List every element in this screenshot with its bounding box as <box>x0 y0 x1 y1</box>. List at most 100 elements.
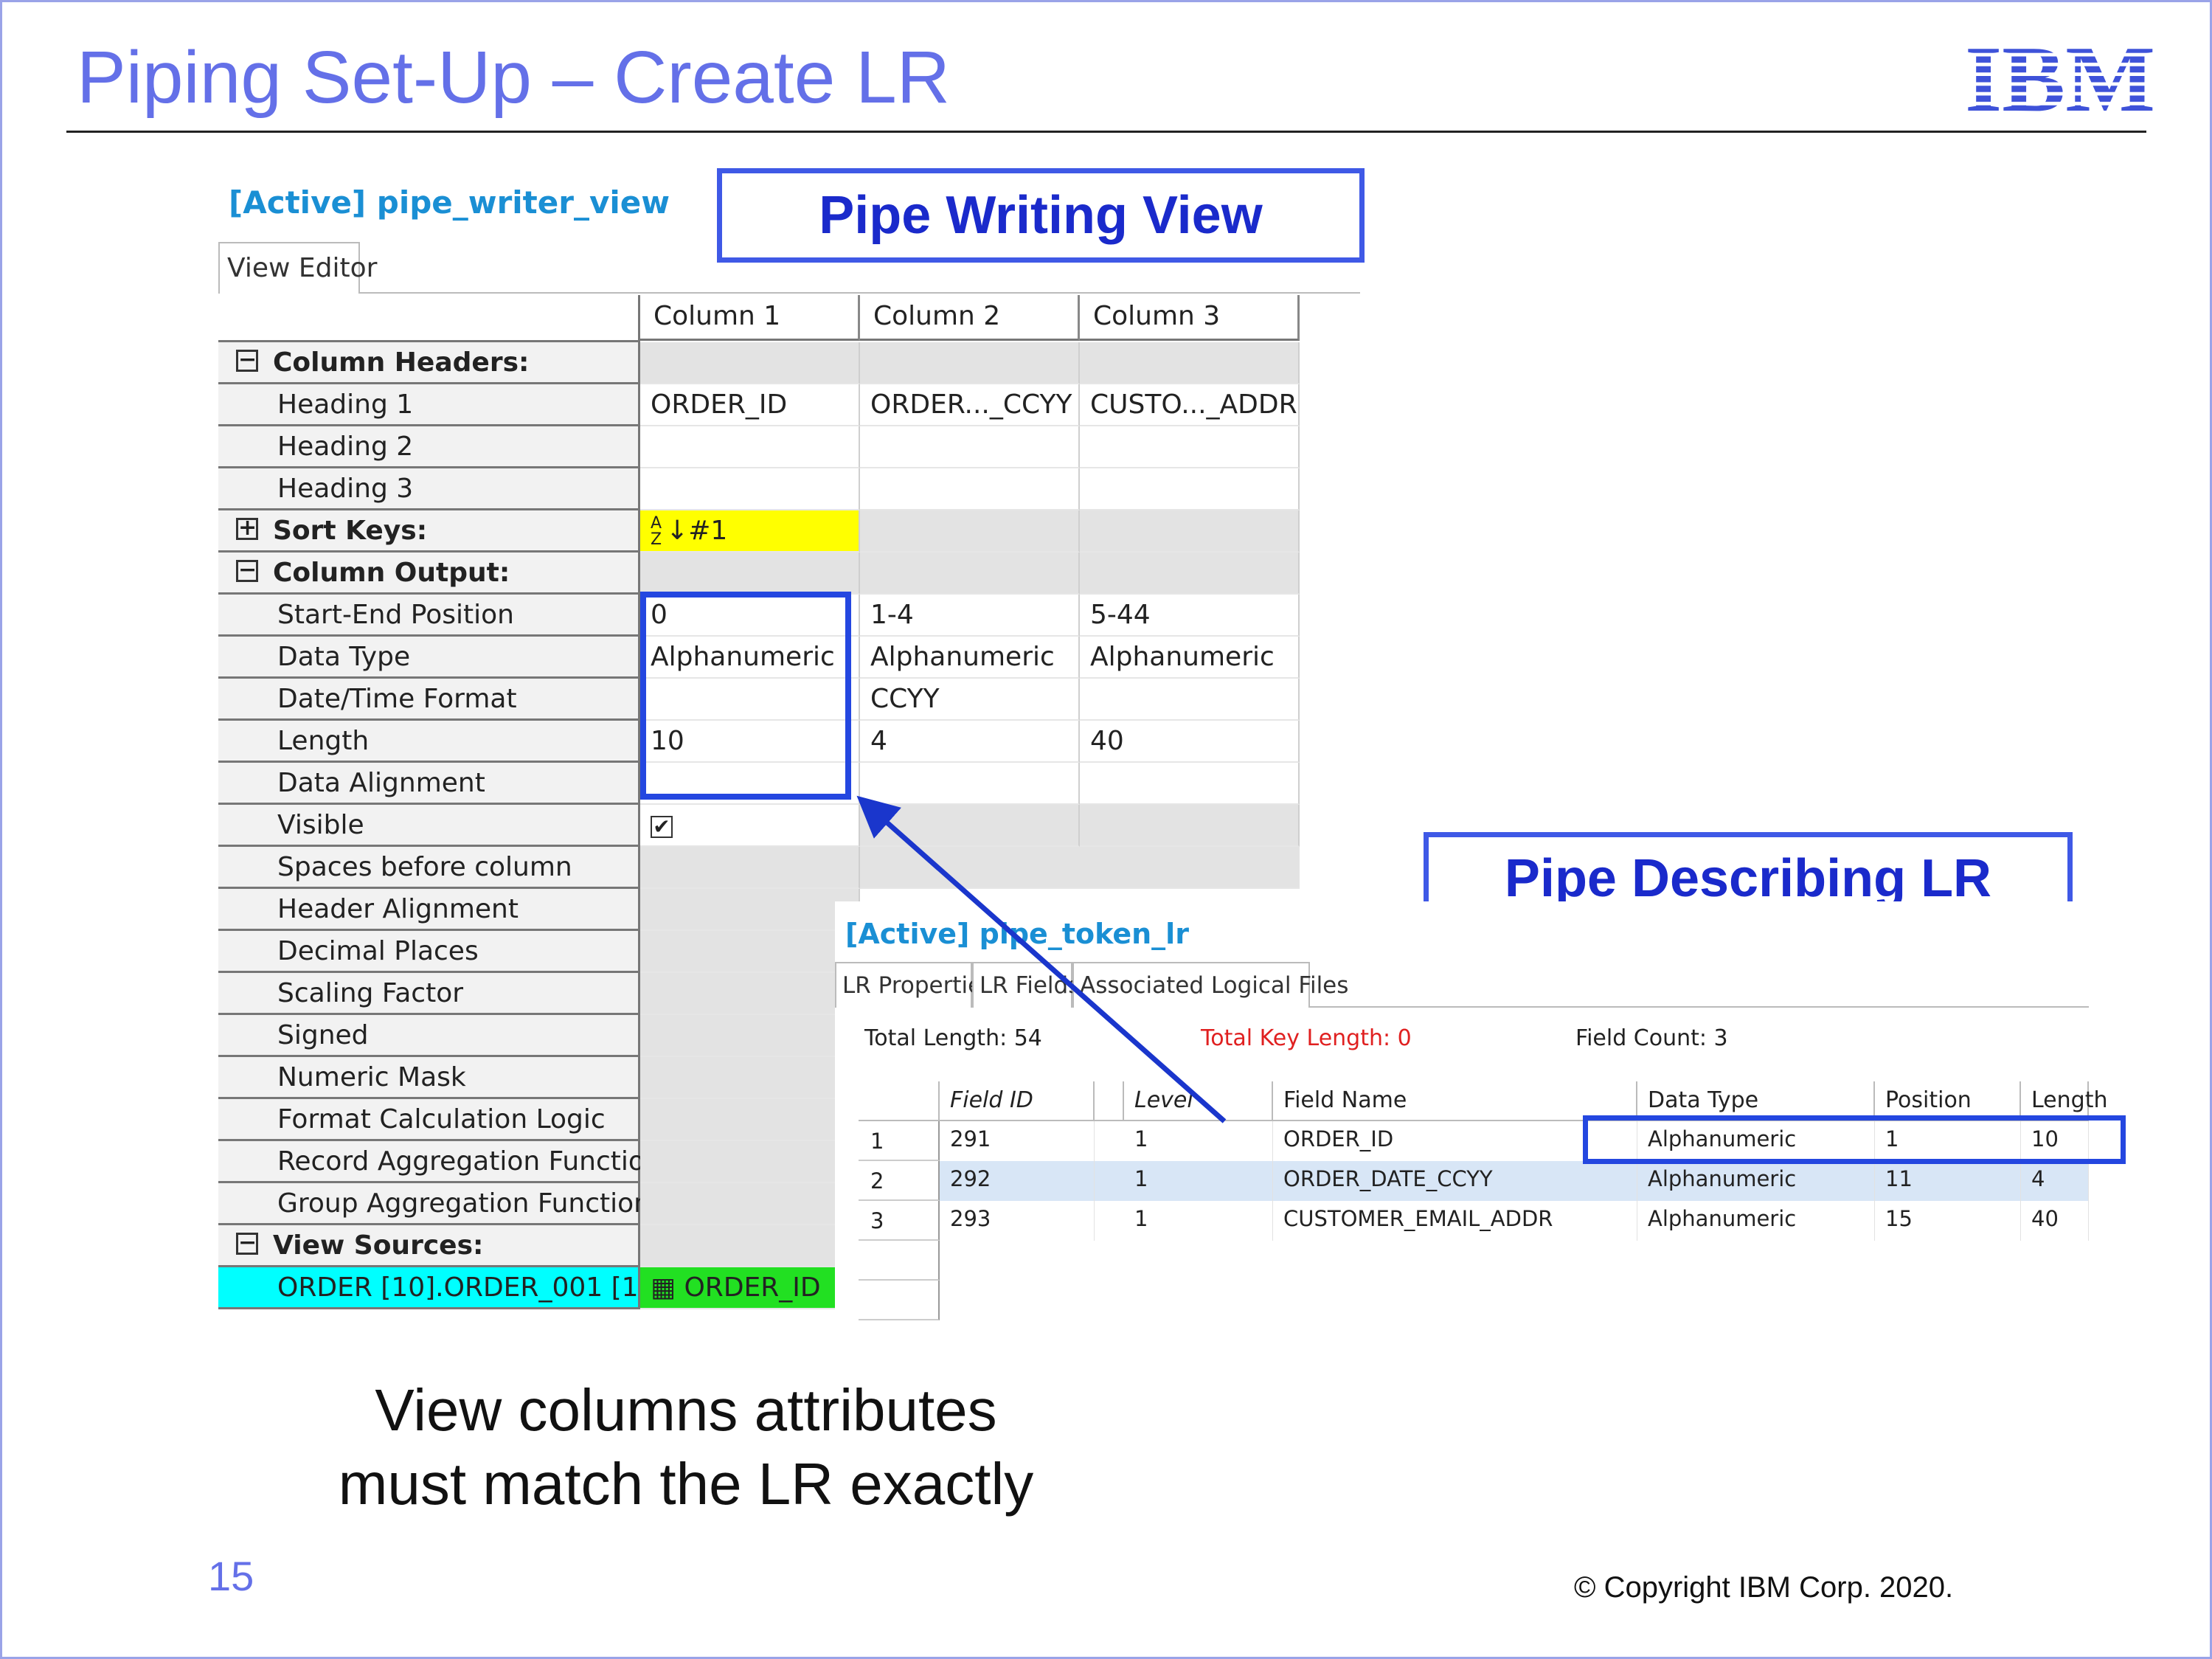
view-cell-col-1[interactable] <box>640 1015 860 1057</box>
view-cell-col-1[interactable] <box>640 847 860 889</box>
sort-az-icon: AZ <box>651 514 662 549</box>
view-row-label[interactable]: Record Aggregation Function <box>218 1141 662 1183</box>
lr-header-field-id[interactable]: Field ID <box>940 1081 1095 1121</box>
view-row-label[interactable]: Scaling Factor <box>218 973 640 1015</box>
view-cell-col-2[interactable] <box>860 553 1080 595</box>
view-cell-col-1[interactable] <box>640 1141 860 1183</box>
view-row-label[interactable]: Decimal Places <box>218 931 640 973</box>
view-row-label-text: Header Alignment <box>277 894 519 924</box>
caption-line-1: View columns attributes <box>375 1377 997 1443</box>
view-row: Heading 2 <box>218 426 1360 468</box>
lr-cell-field-id: 293 <box>940 1201 1095 1241</box>
view-row-label[interactable]: Group Aggregation Function <box>218 1183 651 1225</box>
view-cell-col-3[interactable] <box>1080 805 1300 847</box>
view-cell-col-1[interactable] <box>640 468 860 510</box>
view-cell-col-3[interactable] <box>1080 468 1300 510</box>
view-cell-col-3[interactable] <box>1080 426 1300 468</box>
view-row-label[interactable]: Spaces before column <box>218 847 640 889</box>
ibm-logo: IBM <box>1965 37 2155 115</box>
view-row-label[interactable]: Heading 1 <box>218 384 640 426</box>
column-header-1[interactable]: Column 1 <box>640 295 860 341</box>
lr-cell-field-id: 291 <box>940 1121 1095 1161</box>
visible-checkbox[interactable]: ✔ <box>651 816 673 838</box>
view-cell-col-1[interactable]: ORDER_ID <box>640 384 860 426</box>
view-cell-col-2[interactable]: Alphanumeric <box>860 637 1080 679</box>
view-cell-col-2[interactable] <box>860 847 1080 889</box>
view-cell-col-3[interactable] <box>1080 847 1300 889</box>
view-cell-col-2[interactable] <box>860 805 1080 847</box>
view-cell-col-2[interactable]: 4 <box>860 721 1080 763</box>
view-cell-col-2[interactable]: ORDER..._CCYY <box>860 384 1080 426</box>
view-row-label[interactable]: Data Type <box>218 637 640 679</box>
view-cell-col-3[interactable] <box>1080 510 1300 553</box>
column-header-2[interactable]: Column 2 <box>860 295 1080 341</box>
view-row-label[interactable]: Date/Time Format <box>218 679 640 721</box>
lr-table-row[interactable]: 2 292 1 ORDER_DATE_CCYY Alphanumeric 11 4 <box>859 1161 2089 1201</box>
view-cell-col-2[interactable]: 1-4 <box>860 595 1080 637</box>
view-row-label[interactable]: ORDER [10].ORDER_001 [12] <box>218 1267 666 1309</box>
view-row-label[interactable]: − Column Output: <box>218 553 640 595</box>
view-cell-col-3[interactable]: Alphanumeric <box>1080 637 1300 679</box>
view-row-label[interactable]: Heading 3 <box>218 468 640 510</box>
tab-view-editor[interactable]: View Editor <box>218 242 377 294</box>
view-cell-col-2[interactable] <box>860 426 1080 468</box>
view-cell-col-1[interactable]: ✔ <box>640 805 860 847</box>
view-cell-col-1[interactable] <box>640 1057 860 1099</box>
view-cell-col-1[interactable] <box>640 889 860 931</box>
view-cell-col-1[interactable]: A Z ↓#1 <box>640 510 860 553</box>
lr-header-level[interactable]: Level <box>1124 1081 1273 1121</box>
view-row-label[interactable]: Header Alignment <box>218 889 640 931</box>
view-cell-col-1[interactable] <box>640 931 860 973</box>
view-row-label[interactable]: − View Sources: <box>218 1225 640 1267</box>
view-cell-col-3[interactable] <box>1080 763 1300 805</box>
collapse-icon[interactable]: − <box>236 349 258 372</box>
collapse-icon[interactable]: − <box>236 559 258 582</box>
view-cell-col-3[interactable] <box>1080 342 1300 384</box>
view-row-label[interactable]: Heading 2 <box>218 426 640 468</box>
collapse-icon[interactable]: − <box>236 1232 258 1255</box>
view-row-label[interactable]: + Sort Keys: <box>218 510 640 553</box>
view-row-label-text: Length <box>277 726 370 756</box>
view-cell-col-2[interactable] <box>860 510 1080 553</box>
expand-icon[interactable]: + <box>236 517 258 540</box>
view-cell-col-1[interactable] <box>640 1099 860 1141</box>
lr-tabs: LR Properties LR Fields Associated Logic… <box>835 962 2089 1008</box>
view-row-label[interactable]: − Column Headers: <box>218 342 640 384</box>
view-cell-col-2[interactable] <box>860 763 1080 805</box>
column-header-3[interactable]: Column 3 <box>1080 295 1300 341</box>
view-cell-col-1[interactable] <box>640 1183 860 1225</box>
view-cell-col-3[interactable] <box>1080 553 1300 595</box>
view-row: Spaces before column <box>218 847 1360 889</box>
view-row-label[interactable]: Data Alignment <box>218 763 640 805</box>
view-row-label[interactable]: Signed <box>218 1015 640 1057</box>
view-cell-col-3[interactable]: 40 <box>1080 721 1300 763</box>
view-cell-value: CCYY <box>870 684 940 714</box>
view-cell-col-2[interactable] <box>860 342 1080 384</box>
lr-row-number: 3 <box>859 1201 940 1241</box>
view-cell-col-1[interactable] <box>640 342 860 384</box>
view-row-label-text: Data Type <box>277 642 411 672</box>
view-cell-col-3[interactable] <box>1080 679 1300 721</box>
view-row-label[interactable]: Visible <box>218 805 640 847</box>
ibm-logo-text: IBM <box>1965 37 2155 115</box>
view-cell-value: #1 <box>688 516 728 546</box>
view-row-label[interactable]: Numeric Mask <box>218 1057 640 1099</box>
tab-lr-fields[interactable]: LR Fields <box>972 962 1080 1008</box>
tab-associated-logical-files[interactable]: Associated Logical Files <box>1072 962 1348 1008</box>
view-cell-col-1[interactable] <box>640 553 860 595</box>
view-cell-col-2[interactable] <box>860 468 1080 510</box>
view-cell-col-1[interactable] <box>640 426 860 468</box>
total-length: Total Length: 54 <box>864 1025 1042 1051</box>
view-cell-col-1[interactable] <box>640 1225 860 1267</box>
view-row-label[interactable]: Format Calculation Logic <box>218 1099 640 1141</box>
view-cell-col-1[interactable] <box>640 973 860 1015</box>
view-row-label[interactable]: Length <box>218 721 640 763</box>
view-cell-col-2[interactable]: CCYY <box>860 679 1080 721</box>
view-row-label[interactable]: Start-End Position <box>218 595 640 637</box>
lr-table-row[interactable]: 3 293 1 CUSTOMER_EMAIL_ADDR Alphanumeric 15 40 <box>859 1201 2089 1241</box>
tab-lr-properties[interactable]: LR Properties <box>835 962 994 1008</box>
view-row-label-text: Scaling Factor <box>277 978 464 1008</box>
view-cell-col-3[interactable]: 5-44 <box>1080 595 1300 637</box>
view-cell-col-3[interactable]: CUSTO..._ADDR <box>1080 384 1300 426</box>
view-cell-col-1[interactable]: ▦ ORDER_ID <box>640 1267 860 1309</box>
